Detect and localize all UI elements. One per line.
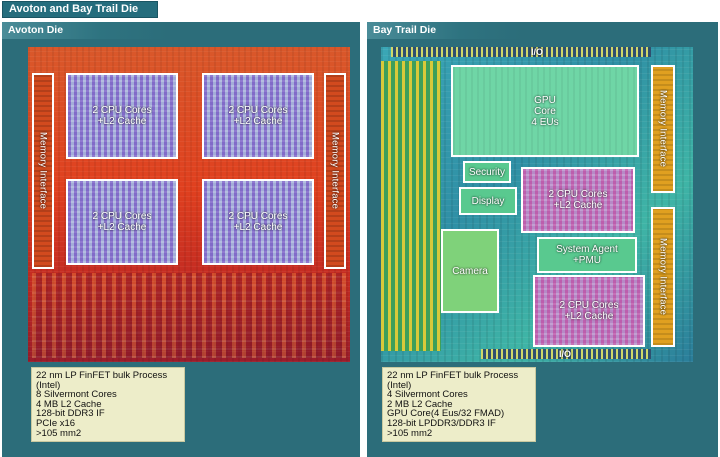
cpu-label-line2: +L2 Cache (233, 222, 283, 233)
cpu-label-line1: 2 CPU Cores (228, 105, 288, 116)
system-agent-line1: System Agent (556, 244, 618, 255)
baytrail-panel-title: Bay Trail Die (367, 22, 523, 39)
baytrail-security-block: Security (463, 161, 511, 183)
avoton-lower-circuitry (32, 273, 346, 358)
avoton-memory-interface-right-label: Memory Interface (329, 132, 341, 210)
system-agent-line2: +PMU (572, 255, 602, 266)
baytrail-specs-box: 22 nm LP FinFET bulk Process (Intel) 4 S… (382, 367, 536, 442)
avoton-memory-interface-left: Memory Interface (32, 73, 54, 269)
cpu-label-line2: +L2 Cache (97, 116, 147, 127)
avoton-cpu-block-4: 2 CPU Cores +L2 Cache (202, 179, 314, 265)
gpu-label-line3: 4 EUs (531, 116, 559, 128)
avoton-panel-title: Avoton Die (2, 22, 168, 39)
security-label: Security (468, 166, 506, 178)
avoton-specs-box: 22 nm LP FinFET bulk Process (Intel) 8 S… (31, 367, 185, 442)
cpu-label-line2: +L2 Cache (553, 200, 603, 211)
cpu-label-line2: +L2 Cache (97, 222, 147, 233)
baytrail-system-agent-block: System Agent +PMU (537, 237, 637, 273)
cpu-label-line1: 2 CPU Cores (548, 189, 608, 200)
baytrail-camera-block: Camera (441, 229, 499, 313)
avoton-die-image: Memory Interface Memory Interface 2 CPU … (28, 47, 350, 362)
avoton-cpu-block-3: 2 CPU Cores +L2 Cache (66, 179, 178, 265)
display-label: Display (471, 195, 505, 207)
baytrail-gpu-block: GPU Core 4 EUs (451, 65, 639, 157)
baytrail-cpu-block-2: 2 CPU Cores +L2 Cache (533, 275, 645, 347)
baytrail-memory-interface-top: Memory Interface (651, 65, 675, 193)
baytrail-memory-interface-bottom: Memory Interface (651, 207, 675, 347)
baytrail-io-bottom-label: I/O (559, 349, 572, 359)
baytrail-spec-line: >105 mm2 (387, 427, 433, 439)
avoton-memory-interface-left-label: Memory Interface (37, 132, 49, 210)
baytrail-left-circuitry (381, 61, 441, 351)
cpu-label-line2: +L2 Cache (564, 311, 614, 322)
avoton-memory-interface-right: Memory Interface (324, 73, 346, 269)
baytrail-cpu-block-1: 2 CPU Cores +L2 Cache (521, 167, 635, 233)
baytrail-memory-interface-top-label: Memory Interface (657, 90, 669, 168)
avoton-cpu-block-1: 2 CPU Cores +L2 Cache (66, 73, 178, 159)
cpu-label-line1: 2 CPU Cores (92, 211, 152, 222)
baytrail-io-top-label: I/O (531, 47, 544, 57)
baytrail-display-block: Display (459, 187, 517, 215)
gpu-label-line2: Core (534, 105, 556, 117)
avoton-cpu-block-2: 2 CPU Cores +L2 Cache (202, 73, 314, 159)
cpu-label-line1: 2 CPU Cores (92, 105, 152, 116)
cpu-label-line1: 2 CPU Cores (559, 300, 619, 311)
camera-label: Camera (452, 265, 488, 277)
gpu-label-line1: GPU (534, 94, 556, 106)
avoton-spec-line: >105 mm2 (36, 427, 82, 439)
baytrail-die-image: I/O I/O GPU Core 4 EUs Security Display … (381, 47, 693, 362)
page-title: Avoton and Bay Trail Die (2, 1, 158, 18)
baytrail-io-top-strip (391, 47, 651, 57)
baytrail-memory-interface-bottom-label: Memory Interface (657, 238, 669, 316)
cpu-label-line2: +L2 Cache (233, 116, 283, 127)
cpu-label-line1: 2 CPU Cores (228, 211, 288, 222)
